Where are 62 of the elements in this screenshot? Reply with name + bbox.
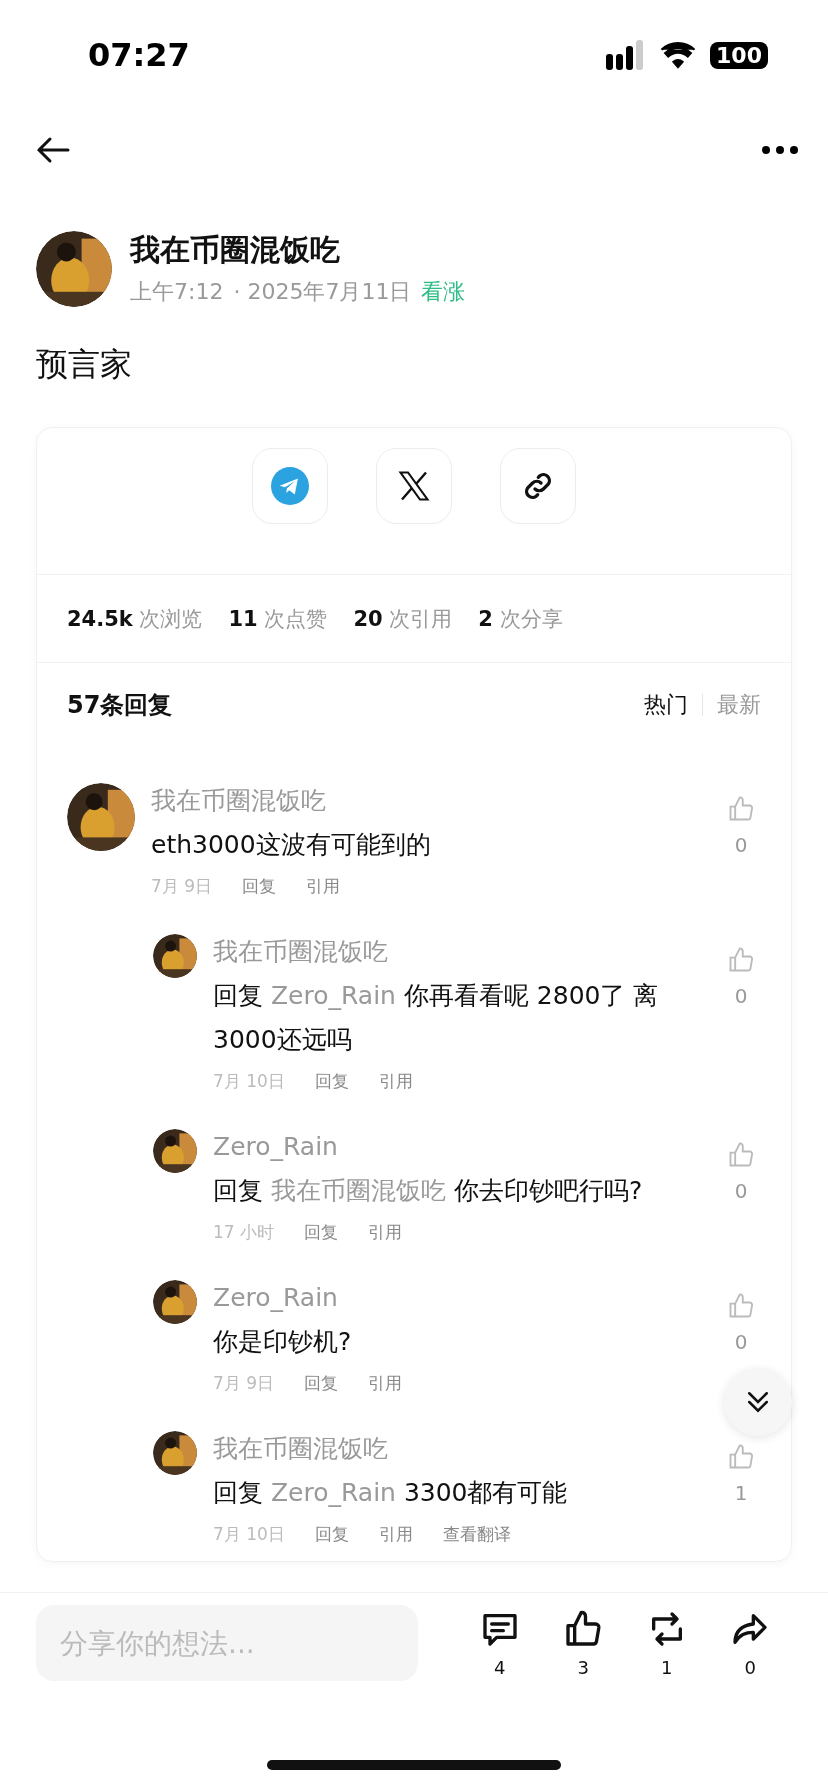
replies-title: 57条回复 bbox=[67, 690, 173, 721]
back-arrow-icon[interactable] bbox=[36, 136, 70, 164]
thumbs-up-icon[interactable] bbox=[727, 1292, 755, 1320]
like-count: 0 bbox=[734, 984, 748, 1008]
comment-date: 17 小时 bbox=[213, 1221, 275, 1244]
comment-text: 回复 我在币圈混饭吃 你去印钞吧行吗? bbox=[213, 1175, 644, 1207]
share-button[interactable] bbox=[376, 448, 452, 524]
comment-action[interactable]: 查看翻译 bbox=[442, 1523, 511, 1546]
x-logo-icon bbox=[396, 468, 432, 504]
like-count: 1 bbox=[734, 1481, 748, 1505]
sort-tab[interactable]: 最新 bbox=[717, 690, 761, 720]
like-button[interactable]: 3 bbox=[563, 1608, 604, 1678]
repost-button[interactable]: 1 bbox=[646, 1608, 687, 1678]
comment-date: 7月 10日 bbox=[213, 1070, 285, 1093]
post-stat: 20 次引用 bbox=[353, 605, 453, 633]
thumbs-up-icon[interactable] bbox=[727, 1141, 755, 1169]
share-button[interactable]: 0 bbox=[730, 1608, 771, 1678]
author-name[interactable]: 我在币圈混饭吃 bbox=[130, 230, 466, 271]
comment-text: eth3000这波有可能到的 bbox=[151, 829, 432, 861]
like-count: 0 bbox=[734, 1179, 748, 1203]
thumbs-up-icon[interactable] bbox=[727, 946, 755, 974]
comment-author[interactable]: 我在币圈混饭吃 bbox=[213, 934, 705, 970]
comment-text: 回复 Zero_Rain 你再看看呢 2800了 离3000还远吗 bbox=[213, 980, 660, 1056]
comment-author[interactable]: Zero_Rain bbox=[213, 1280, 705, 1316]
comment-action[interactable]: 回复 bbox=[304, 1372, 339, 1395]
comment-button[interactable]: 4 bbox=[479, 1608, 520, 1678]
comment-date: 7月 9日 bbox=[213, 1372, 275, 1395]
comment-action[interactable]: 回复 bbox=[304, 1221, 339, 1244]
comment-text: 你是印钞机? bbox=[213, 1326, 353, 1358]
comment-action[interactable]: 引用 bbox=[378, 1070, 413, 1093]
comment-action[interactable]: 引用 bbox=[378, 1523, 413, 1546]
comment-author[interactable]: 我在币圈混饭吃 bbox=[151, 783, 705, 819]
post-text: 预言家 bbox=[35, 344, 133, 385]
paper-plane-icon bbox=[271, 467, 309, 505]
comment-action[interactable]: 回复 bbox=[314, 1070, 349, 1093]
comment-action[interactable]: 回复 bbox=[314, 1523, 349, 1546]
thumbs-up-icon[interactable] bbox=[727, 1443, 755, 1471]
comment-author[interactable]: Zero_Rain bbox=[213, 1129, 705, 1165]
comment-date: 7月 10日 bbox=[213, 1523, 285, 1546]
like-count: 0 bbox=[734, 1330, 748, 1354]
comment-date: 7月 9日 bbox=[151, 875, 213, 898]
post-stat: 2 次分享 bbox=[478, 605, 563, 633]
wifi-icon bbox=[660, 41, 697, 69]
comment-action[interactable]: 引用 bbox=[306, 875, 341, 898]
comment-action[interactable]: 引用 bbox=[368, 1372, 403, 1395]
post-stat: 24.5k 次浏览 bbox=[67, 605, 203, 633]
like-count: 0 bbox=[734, 833, 748, 857]
comment-action[interactable]: 回复 bbox=[242, 875, 277, 898]
status-time: 07:27 bbox=[88, 36, 190, 74]
battery-level: 100 bbox=[710, 41, 768, 69]
more-icon[interactable] bbox=[762, 146, 798, 154]
share-button[interactable] bbox=[500, 448, 576, 524]
post-date: · 2025年7月11日 bbox=[233, 278, 412, 306]
sort-tab[interactable]: 热门 bbox=[644, 690, 688, 720]
thumbs-up-icon[interactable] bbox=[727, 795, 755, 823]
comment-author[interactable]: 我在币圈混饭吃 bbox=[213, 1431, 705, 1467]
post-time: 上午7:12 bbox=[130, 278, 224, 306]
comment-text: 回复 Zero_Rain 3300都有可能 bbox=[213, 1477, 569, 1509]
comment-input[interactable]: 分享你的想法... bbox=[36, 1605, 418, 1681]
post-stat: 11 次点赞 bbox=[228, 605, 328, 633]
comment-action[interactable]: 引用 bbox=[368, 1221, 403, 1244]
sentiment-tag: 看涨 bbox=[421, 277, 466, 307]
